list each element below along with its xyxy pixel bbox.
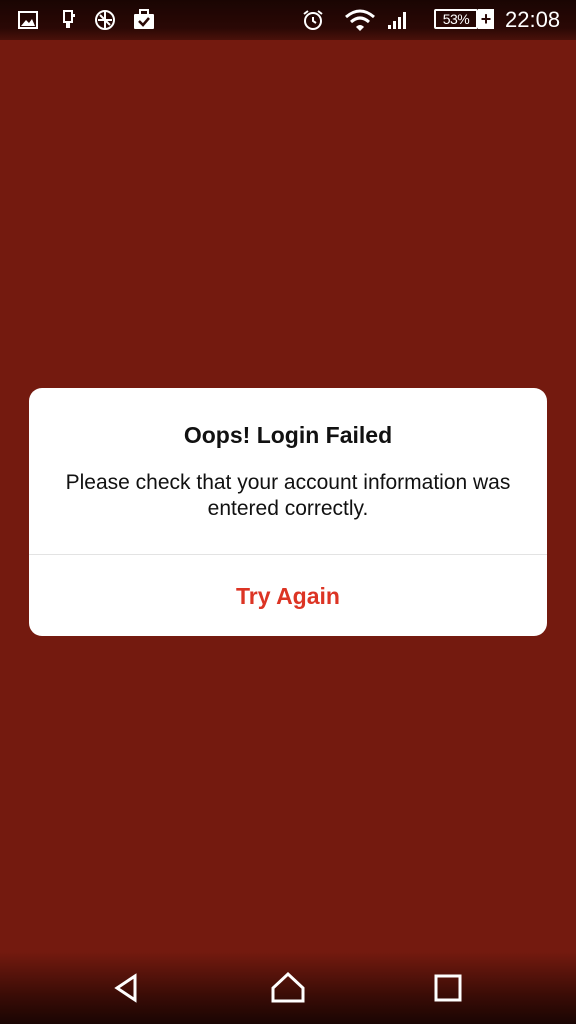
usb-debug-icon (57, 8, 81, 32)
image-icon (16, 8, 40, 32)
back-icon[interactable] (107, 968, 147, 1008)
alarm-icon (301, 8, 325, 32)
login-failed-dialog: Oops! Login Failed Please check that you… (29, 388, 547, 636)
try-again-button[interactable]: Try Again (29, 555, 547, 636)
recents-icon[interactable] (428, 968, 468, 1008)
home-icon[interactable] (268, 968, 308, 1008)
dialog-message: Please check that your account informati… (65, 471, 511, 520)
signal-icon (385, 8, 409, 32)
briefcase-check-icon (132, 8, 156, 32)
battery-charging-icon: + (478, 9, 494, 29)
status-bar: 53% + 22:08 (0, 0, 576, 40)
status-clock: 22:08 (505, 7, 561, 32)
navigation-bar (0, 952, 576, 1024)
battery-indicator: 53% (434, 9, 478, 29)
no-sync-icon (93, 8, 117, 32)
wifi-icon (344, 8, 376, 32)
dialog-title: Oops! Login Failed (183, 422, 393, 448)
